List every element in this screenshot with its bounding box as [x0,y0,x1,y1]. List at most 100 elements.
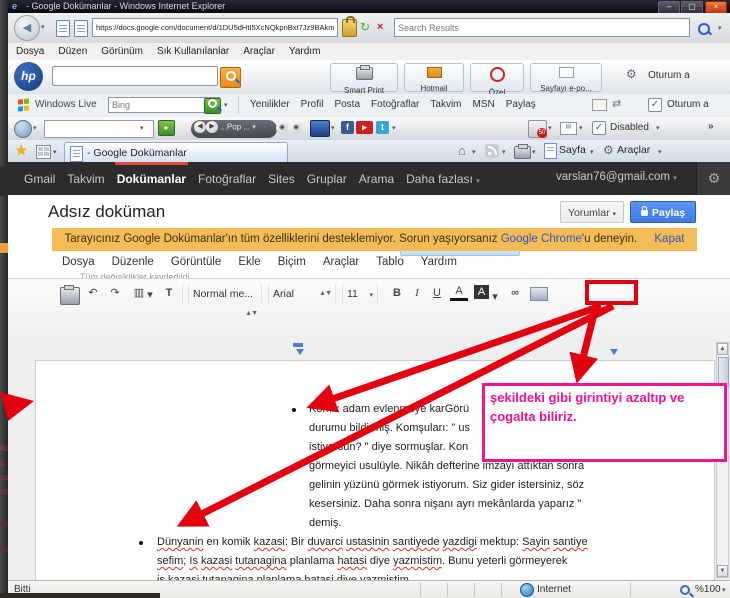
text-color-icon[interactable]: A [450,285,468,301]
refresh-icon[interactable]: ↻ [360,20,370,34]
tab-google-dokumanlar[interactable]: - Google Dokümanlar [64,142,288,163]
menu-dosya[interactable]: Dosya [16,46,44,57]
gbar-gruplar[interactable]: Gruplar [307,172,347,186]
docs-menu-yardim[interactable]: Yardım [421,256,457,268]
scroll-up-icon[interactable]: ▲ [717,343,728,355]
add-favorite-star-icon[interactable]: ★ [15,142,28,159]
deals-dropdown-icon[interactable]: ▾ [548,124,552,132]
docs-menu-bicim[interactable]: Biçim [278,256,306,268]
volume-down-icon[interactable]: ◉ [276,122,288,134]
docs-menu-ekle[interactable]: Ekle [238,256,260,268]
globe-gear-icon[interactable] [14,120,32,138]
go-button[interactable]: ▸ [158,120,175,136]
addon-combo-box[interactable] [44,120,154,138]
gbar-settings-gear-icon[interactable]: ⚙ [696,162,730,195]
hotmail-button[interactable]: Hotmail [404,63,464,92]
facebook-icon[interactable]: f [341,121,354,134]
bold-icon[interactable]: B [388,285,406,301]
media-player-pill[interactable]: ◀▶ ...Pop ... ▾ [191,120,277,138]
live-link-paylas[interactable]: Paylaş [506,99,536,110]
right-indent-marker[interactable] [610,349,618,355]
deals-icon[interactable]: 50 [528,120,547,138]
tools-dropdown-icon[interactable]: ▾ [658,148,662,156]
menu-sik-kullanilanlar[interactable]: Sık Kullanılanlar [157,46,229,57]
quick-tabs-icon[interactable] [36,145,51,159]
menu-duzen[interactable]: Düzen [58,46,87,57]
font-select[interactable]: Arial▲▼ [268,284,336,304]
prev-track-icon[interactable]: ◀ [194,121,206,133]
gbar-sites[interactable]: Sites [268,172,295,186]
docs-menu-dosya[interactable]: Dosya [62,256,95,268]
zoom-magnifier-icon[interactable] [680,585,690,598]
toolbar-overflow-chevron[interactable]: » [708,121,714,132]
ozel-button[interactable]: Özel [470,63,524,92]
style-select[interactable]: Normal me...▲▼ [188,284,262,304]
disabled-status-icon[interactable]: ✓ [592,121,606,135]
gbar-dokumanlar[interactable]: Dokümanlar [117,172,186,186]
document-title[interactable]: Adsız doküman [48,202,165,222]
left-indent-marker[interactable] [296,349,304,355]
tv-icon[interactable] [310,120,330,137]
gbar-takvim[interactable]: Takvim [67,172,104,186]
clear-format-icon[interactable]: T [160,285,178,301]
gbar-daha-fazlasi[interactable]: Daha fazlası ▾ [406,172,480,186]
chrome-link[interactable]: Google Chrome [501,233,582,245]
print-dropdown-icon[interactable]: ▾ [532,148,536,156]
live-search-button[interactable] [204,98,221,114]
media-dropdown-icon[interactable]: ▾ [252,124,256,131]
gbar-arama[interactable]: Arama [359,172,394,186]
docs-menu-tablo[interactable]: Tablo [376,256,404,268]
first-line-indent-marker[interactable] [293,343,303,347]
live-link-yenilikler[interactable]: Yenilikler [250,99,290,110]
arrows-icon[interactable]: ⇄ [612,97,621,110]
volume-up-icon[interactable]: ◉ [290,122,302,134]
feed-dropdown-icon[interactable]: ▾ [502,148,506,156]
globe-dropdown-icon[interactable]: ▾ [33,124,37,132]
live-link-posta[interactable]: Posta [334,99,360,110]
hp-session-label[interactable]: Oturum a [648,70,690,81]
highlight-dropdown-icon[interactable]: ▾ [491,289,499,305]
back-dropdown-icon[interactable]: ▾ [41,23,45,31]
print-icon[interactable] [60,287,80,305]
live-link-fotograflar[interactable]: Fotoğraflar [371,99,419,110]
docs-menu-duzenle[interactable]: Düzenle [112,256,154,268]
url-input[interactable] [92,18,338,37]
play-icon[interactable]: ▶ [206,121,218,133]
email-page-button[interactable]: Sayfayı e-po... [530,63,602,92]
mail-icon[interactable]: ✉ [560,122,577,135]
combo-dropdown-icon[interactable]: ▾ [140,124,144,132]
home-icon[interactable]: ⌂ [458,143,466,158]
hp-search-button[interactable] [220,67,241,88]
live-link-profil[interactable]: Profil [301,99,324,110]
zoom-dropdown-icon[interactable]: ▾ [722,586,726,594]
highlight-color-icon[interactable]: A [474,285,489,299]
zoom-level-label[interactable]: %100 [695,584,721,595]
gbar-fotograflar[interactable]: Fotoğraflar [198,172,256,186]
comments-button[interactable]: Yorumlar ▾ [560,201,624,223]
social-dropdown-icon[interactable]: ▾ [392,124,396,132]
menu-gorunum[interactable]: Görünüm [101,46,143,57]
home-dropdown-icon[interactable]: ▾ [472,148,476,156]
paint-format-dropdown-icon[interactable]: ▾ [146,287,154,303]
paragraph-2[interactable]: Dünyanin en komik kazasi: Bir duvarci us… [157,533,588,581]
page-menu-label[interactable]: Sayfa [559,144,586,156]
favorites-doc-icon[interactable] [56,20,70,37]
insert-link-icon[interactable]: ∞ [506,285,524,301]
checkbox-icon[interactable]: ✓ [648,98,662,112]
docs-menu-goruntule[interactable]: Görüntüle [171,256,222,268]
menu-yardim[interactable]: Yardım [289,46,321,57]
search-dropdown-icon[interactable]: ▾ [718,24,722,32]
live-link-msn[interactable]: MSN [473,99,495,110]
page-dropdown-icon[interactable]: ▾ [590,148,594,156]
search-magnifier-icon[interactable] [698,22,710,40]
youtube-icon[interactable]: ▸ [356,121,373,134]
print-icon[interactable] [514,146,531,159]
live-search-dropdown-icon[interactable]: ▾ [224,101,228,109]
italic-icon[interactable]: I [408,285,426,301]
docs-menu-araclar[interactable]: Araçlar [323,256,359,268]
live-link-takvim[interactable]: Takvim [430,99,461,110]
back-button[interactable]: ◀ [14,15,40,41]
scroll-down-icon[interactable]: ▼ [717,565,728,577]
hp-logo-icon[interactable]: hp [14,62,43,91]
window-icon[interactable] [592,99,607,111]
